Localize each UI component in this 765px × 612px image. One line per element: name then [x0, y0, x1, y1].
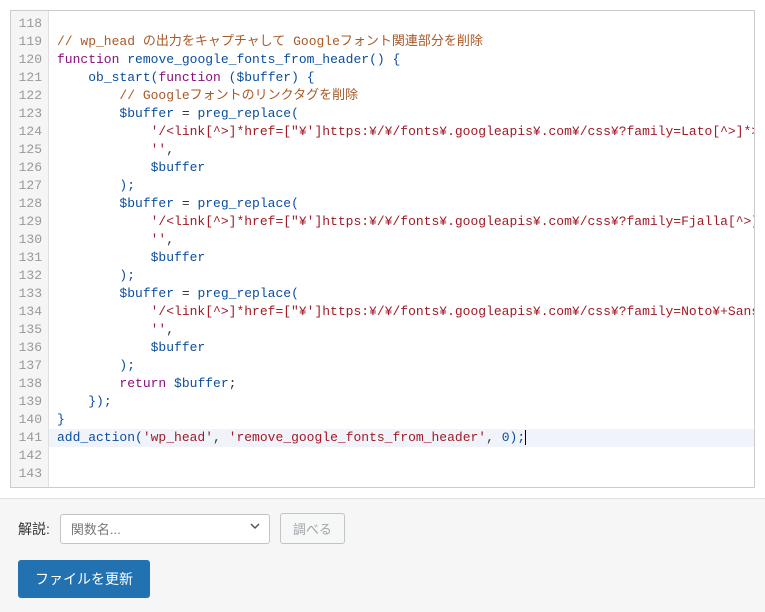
code-line[interactable]: // Googleフォントのリンクタグを削除 [49, 87, 754, 105]
line-number: 131 [11, 249, 48, 267]
code-line[interactable]: $buffer [49, 249, 754, 267]
text-cursor [525, 430, 526, 445]
code-line[interactable]: '/<link[^>]*href=["¥']https:¥/¥/fonts¥.g… [49, 123, 754, 141]
code-line[interactable]: add_action('wp_head', 'remove_google_fon… [49, 429, 754, 447]
code-line[interactable]: '', [49, 231, 754, 249]
line-number: 130 [11, 231, 48, 249]
code-line[interactable]: $buffer = preg_replace( [49, 285, 754, 303]
line-number: 133 [11, 285, 48, 303]
lookup-row: 解説: 関数名... 調べる [18, 513, 747, 544]
line-number: 127 [11, 177, 48, 195]
bottom-panel: 解説: 関数名... 調べる ファイルを更新 [0, 498, 765, 612]
line-number: 129 [11, 213, 48, 231]
code-line[interactable]: ); [49, 357, 754, 375]
line-number: 128 [11, 195, 48, 213]
code-line[interactable]: function remove_google_fonts_from_header… [49, 51, 754, 69]
code-line[interactable]: }); [49, 393, 754, 411]
line-number: 124 [11, 123, 48, 141]
editor-container: 1181191201211221231241251261271281291301… [10, 10, 755, 488]
code-line[interactable]: '/<link[^>]*href=["¥']https:¥/¥/fonts¥.g… [49, 213, 754, 231]
line-number: 141 [11, 429, 48, 447]
code-line[interactable]: '', [49, 141, 754, 159]
line-number: 132 [11, 267, 48, 285]
select-placeholder: 関数名... [71, 519, 121, 538]
line-number: 140 [11, 411, 48, 429]
code-line[interactable]: $buffer [49, 159, 754, 177]
line-number: 143 [11, 465, 48, 483]
code-line[interactable]: '', [49, 321, 754, 339]
line-number: 120 [11, 51, 48, 69]
code-line[interactable]: ob_start(function ($buffer) { [49, 69, 754, 87]
chevron-down-icon [249, 520, 261, 537]
line-number: 136 [11, 339, 48, 357]
line-number: 126 [11, 159, 48, 177]
code-line[interactable] [49, 15, 754, 33]
code-line[interactable]: ); [49, 267, 754, 285]
line-number: 123 [11, 105, 48, 123]
lookup-button[interactable]: 調べる [280, 513, 345, 544]
code-line[interactable]: } [49, 411, 754, 429]
line-number: 125 [11, 141, 48, 159]
code-line[interactable]: $buffer = preg_replace( [49, 195, 754, 213]
line-number: 139 [11, 393, 48, 411]
code-line[interactable]: $buffer = preg_replace( [49, 105, 754, 123]
line-number: 135 [11, 321, 48, 339]
line-number: 118 [11, 15, 48, 33]
code-line[interactable]: return $buffer; [49, 375, 754, 393]
line-number: 119 [11, 33, 48, 51]
line-number: 138 [11, 375, 48, 393]
code-lines[interactable]: // wp_head の出力をキャプチャして Googleフォント関連部分を削除… [49, 11, 754, 487]
line-number: 142 [11, 447, 48, 465]
line-number: 134 [11, 303, 48, 321]
code-line[interactable]: // wp_head の出力をキャプチャして Googleフォント関連部分を削除 [49, 33, 754, 51]
code-line[interactable]: ); [49, 177, 754, 195]
code-line[interactable]: $buffer [49, 339, 754, 357]
lookup-label: 解説: [18, 519, 50, 539]
line-number: 121 [11, 69, 48, 87]
line-number: 122 [11, 87, 48, 105]
code-area: 1181191201211221231241251261271281291301… [11, 11, 754, 487]
line-gutter: 1181191201211221231241251261271281291301… [11, 11, 49, 487]
function-select[interactable]: 関数名... [60, 514, 270, 544]
code-line[interactable]: '/<link[^>]*href=["¥']https:¥/¥/fonts¥.g… [49, 303, 754, 321]
line-number: 137 [11, 357, 48, 375]
update-file-button[interactable]: ファイルを更新 [18, 560, 150, 598]
